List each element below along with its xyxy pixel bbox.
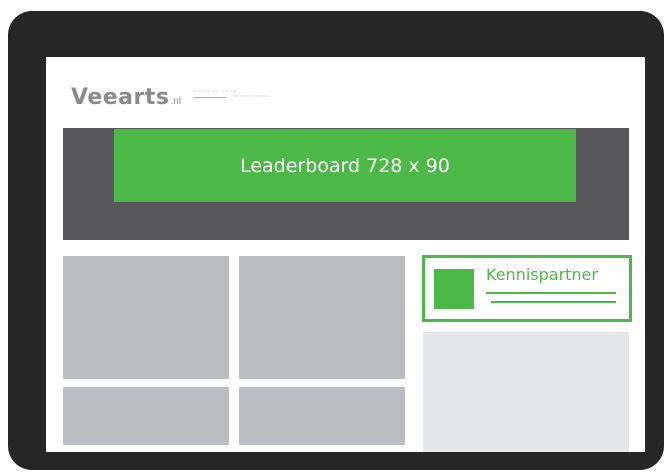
sidebar-panel[interactable] <box>423 332 629 452</box>
screen: Veearts .nl ~ ~~ ~ ~~ ~~ ~~ ~~ ~~~ ~~~~~… <box>46 57 645 452</box>
kennispartner-label: Kennispartner <box>486 265 598 284</box>
logo-text: Veearts <box>71 85 170 110</box>
kennispartner-logo-placeholder <box>434 269 474 309</box>
content-tile-4[interactable] <box>239 387 405 445</box>
logo-tagline: ~ ~~ ~ ~~ ~~ ~~ ~~ ~~~ ~~~~~~ <box>193 89 293 100</box>
kennispartner-ad-slot[interactable]: Kennispartner <box>422 255 632 322</box>
kennispartner-text-line-1 <box>486 292 616 294</box>
leaderboard-label: Leaderboard 728 x 90 <box>240 154 450 177</box>
content-tile-3[interactable] <box>63 387 229 445</box>
kennispartner-text-line-2 <box>491 301 616 303</box>
leaderboard-ad-slot[interactable]: Leaderboard 728 x 90 <box>114 129 576 202</box>
header-band: Leaderboard 728 x 90 <box>63 128 629 240</box>
logo-suffix: .nl <box>170 96 182 107</box>
logo-tagline-bottom: ~~ ~~~ ~~~~~~ <box>233 94 268 100</box>
content-tile-2[interactable] <box>239 256 405 379</box>
device-frame: Veearts .nl ~ ~~ ~ ~~ ~~ ~~ ~~ ~~~ ~~~~~… <box>8 11 664 470</box>
logo-tagline-divider <box>193 97 227 98</box>
content-tile-1[interactable] <box>63 256 229 379</box>
site-logo[interactable]: Veearts .nl ~ ~~ ~ ~~ ~~ ~~ ~~ ~~~ ~~~~~… <box>71 81 268 111</box>
